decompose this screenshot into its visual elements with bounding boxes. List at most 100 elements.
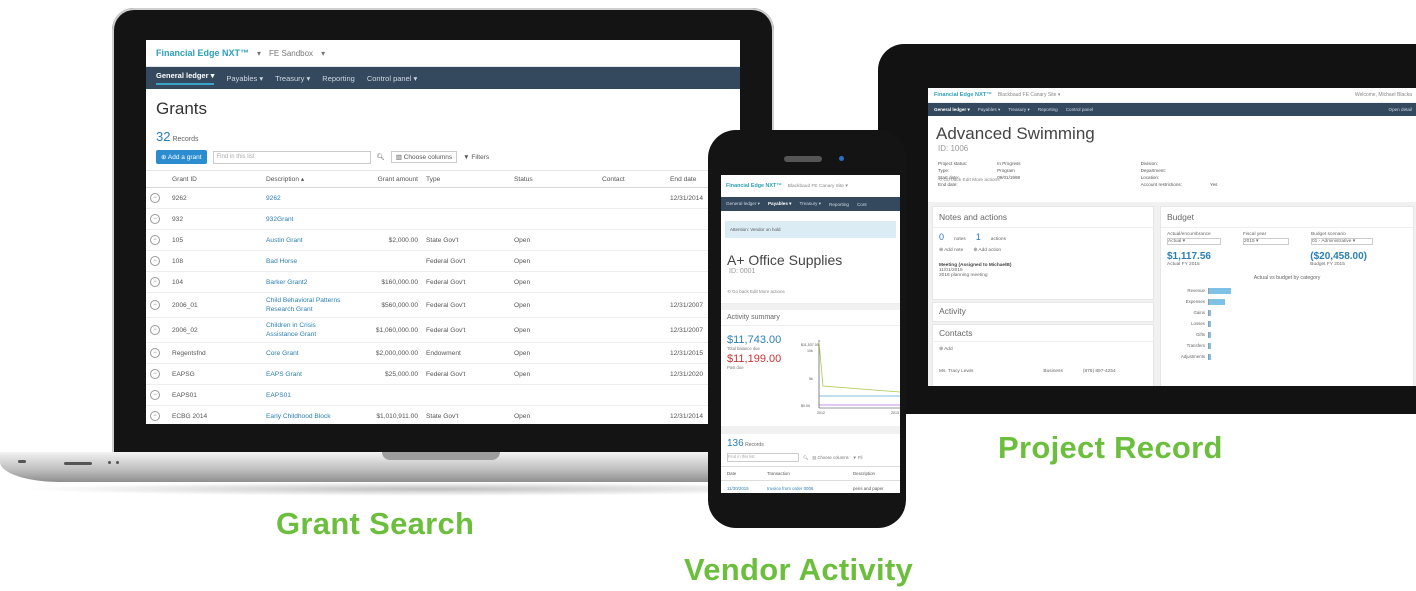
record-actions[interactable]: ⟲ Go back Edit More actions [721,275,900,304]
contact-name[interactable]: Ms. Tracy Lewis [939,369,973,374]
expand-icon[interactable]: − [150,193,160,203]
table-row[interactable]: −932 932Grant [146,208,740,230]
cell-description[interactable]: Early Childhood Block [262,405,350,424]
cell-description[interactable]: Austin Grant [262,229,350,251]
nav-payables[interactable]: Payables ▾ [226,74,263,83]
nav-reporting[interactable]: Reporting [1038,107,1058,112]
expand-icon[interactable]: − [150,214,160,224]
cell-description[interactable]: 932Grant [262,208,350,230]
environment-selector[interactable]: Blackbaud FE Canary Site ▾ [788,184,848,189]
expand-icon[interactable]: − [150,369,160,379]
column-header[interactable]: Description [853,471,875,476]
expand-toggle[interactable]: − [146,405,168,424]
actual-select[interactable]: Actual ▾ [1167,238,1221,245]
add-grant-button[interactable]: ⊕ Add a grant [156,150,207,164]
expand-toggle[interactable]: − [146,292,168,318]
expand-icon[interactable]: − [150,300,160,310]
expand-icon[interactable]: − [150,390,160,400]
cell-description[interactable]: EAPS Grant [262,363,350,385]
nav-treasury[interactable]: Treasury ▾ [800,201,822,207]
expand-toggle[interactable]: − [146,250,168,272]
table-row[interactable]: −108 Bad Horse Federal Gov't Open [146,250,740,272]
expand-toggle[interactable]: − [146,317,168,343]
column-header[interactable]: Grant ID [168,170,262,188]
cell-transaction[interactable]: Invoice from order 0006 [767,486,853,491]
table-row[interactable]: −2006_01 Child Behavioral Patterns Resear… [146,292,740,318]
nav-payables[interactable]: Payables ▾ [768,201,792,207]
scenario-select[interactable]: 01 - Administrative ▾ [1311,238,1373,245]
nav-payables[interactable]: Payables ▾ [978,107,1001,113]
expand-icon[interactable]: − [150,256,160,266]
table-row[interactable]: −104 Barker Grant2 $160,000.00 Federal Gov'… [146,271,740,293]
table-row[interactable]: − Regentsfnd Core Grant $2,000,000.00 Endowm… [146,342,740,364]
cell-description[interactable]: Barker Grant2 [262,271,350,293]
cell-description[interactable]: Bad Horse [262,250,350,272]
search-icon[interactable]: 🔍︎ [377,153,385,161]
column-header[interactable]: Grant amount [350,170,422,188]
column-header[interactable]: Description ▴ [262,170,350,188]
nav-control-panel[interactable]: Cont [857,202,867,207]
chevron-down-icon[interactable]: ▾ [257,49,261,58]
cell-description[interactable]: Children in Crisis Assistance Grant [262,317,350,343]
chevron-down-icon[interactable]: ▾ [321,49,325,58]
table-row[interactable]: −9262 9262 12/31/2014 [146,187,740,209]
table-row[interactable]: −105 Austin Grant $2,000.00 State Gov't Open [146,229,740,251]
column-header[interactable]: Contact [598,170,666,188]
environment-selector[interactable]: Blackbaud FE Canary Site ▾ [998,92,1061,98]
search-input[interactable]: Find in this list [727,453,799,462]
expand-icon[interactable]: − [150,325,160,335]
table-row[interactable]: 11/30/2015 Invoice from order 0006 pens … [721,481,900,493]
expand-toggle[interactable]: − [146,229,168,251]
cell-description[interactable]: 9262 [262,187,350,209]
search-icon[interactable]: 🔍︎ [803,455,808,461]
nav-control-panel[interactable]: Control panel ▾ [367,74,417,83]
choose-columns-button[interactable]: ▥ Choose columns [390,151,458,163]
environment-selector[interactable]: FE Sandbox [269,49,313,58]
brand-logo[interactable]: Financial Edge NXT™ [726,183,782,189]
expand-toggle[interactable]: − [146,271,168,293]
nav-general-ledger[interactable]: General ledger ▾ [726,201,760,207]
expand-toggle[interactable]: − [146,208,168,230]
column-header[interactable]: Type [422,170,510,188]
meeting-item[interactable]: Meeting (Assigned to MichaelB) 11/01/201… [933,255,1153,278]
expand-toggle[interactable]: − [146,187,168,209]
welcome-text[interactable]: Welcome, Michael Blacka [1355,92,1416,98]
nav-reporting[interactable]: Reporting [322,74,355,83]
open-details-link[interactable]: Open detail [1389,107,1416,112]
expand-toggle[interactable]: − [146,384,168,406]
add-note-button[interactable]: ⊕ Add note [939,248,963,253]
column-header[interactable]: Transaction [767,471,853,476]
column-header[interactable]: Date [727,471,767,476]
column-header[interactable]: Status [510,170,598,188]
fiscal-year-select[interactable]: 2015 ▾ [1243,238,1289,245]
cell-description[interactable]: EAPS01 [262,384,350,406]
filters-button[interactable]: ▼ Fil [853,455,863,460]
brand-logo[interactable]: Financial Edge NXT™ [156,48,249,58]
expand-icon[interactable]: − [150,277,160,287]
expand-icon[interactable]: − [150,348,160,358]
nav-treasury[interactable]: Treasury ▾ [275,74,310,83]
nav-control-panel[interactable]: Control panel [1066,107,1093,112]
table-row[interactable]: −2006_02 Children in Crisis Assistance Gr… [146,317,740,343]
choose-columns-button[interactable]: ▥ Choose columns [812,455,848,460]
expand-toggle[interactable]: − [146,363,168,385]
nav-treasury[interactable]: Treasury ▾ [1008,107,1030,113]
table-row[interactable]: − EAPSG EAPS Grant $25,000.00 Federal Gov't O… [146,363,740,385]
table-row[interactable]: − EAPS01 EAPS01 [146,384,740,406]
add-contact-button[interactable]: ⊕ Add [933,342,1153,357]
cell-description[interactable]: Child Behavioral Patterns Research Grant [262,292,350,318]
expand-toggle[interactable]: − [146,342,168,364]
table-row[interactable]: − ECBG 2014 Early Childhood Block $1,010,91… [146,405,740,424]
chart-row: Revenue [1167,285,1413,296]
cell-description[interactable]: Core Grant [262,342,350,364]
search-input[interactable]: Find in this list [212,150,371,164]
expand-icon[interactable]: − [150,235,160,245]
expand-icon[interactable]: − [150,411,160,421]
add-action-button[interactable]: ⊕ Add action [973,248,1001,253]
nav-general-ledger[interactable]: General ledger ▾ [156,71,215,85]
contact-row[interactable]: Ms. Tracy Lewis Business (876) 897-4254 [933,357,1153,374]
nav-general-ledger[interactable]: General ledger ▾ [934,107,970,113]
filters-button[interactable]: ▼ Filters [463,154,489,161]
nav-reporting[interactable]: Reporting [829,202,849,207]
brand-logo[interactable]: Financial Edge NXT™ [934,92,992,98]
